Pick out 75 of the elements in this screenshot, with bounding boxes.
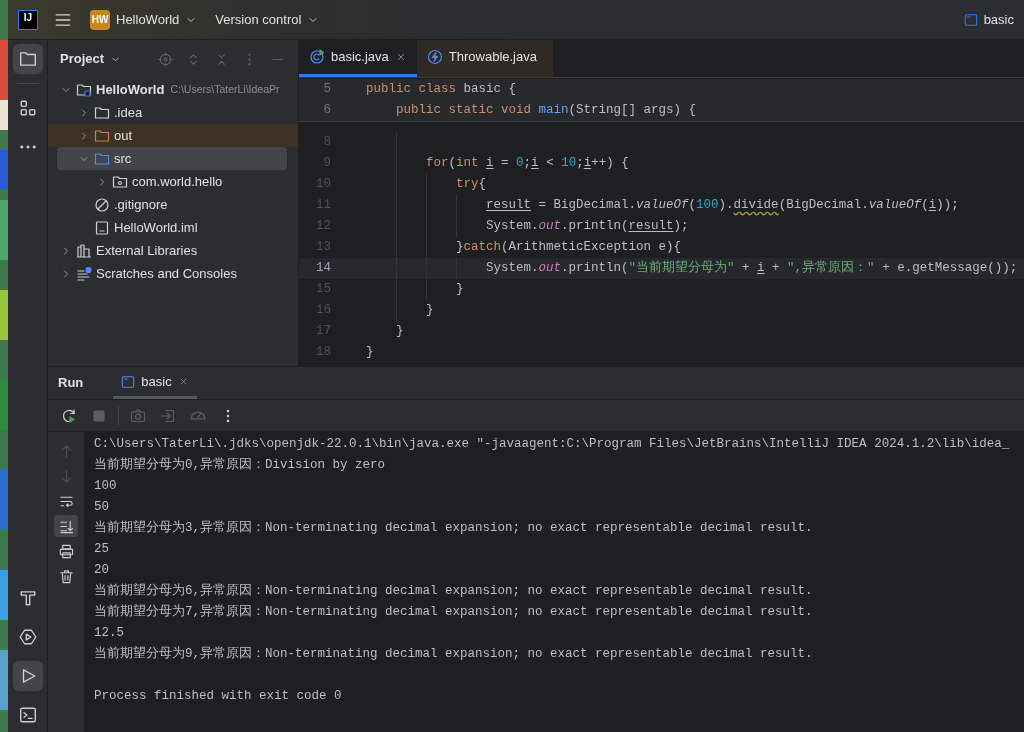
scroll-to-end-icon — [58, 518, 74, 534]
code-line: } — [456, 281, 464, 299]
tree-item[interactable]: External Libraries — [48, 239, 298, 262]
more-icon — [19, 145, 36, 149]
tree-item[interactable]: src — [57, 147, 287, 170]
file-icon — [94, 219, 110, 236]
code-line: result = BigDecimal.valueOf(100).divide(BigDecimal.valueOf(i)); — [486, 197, 959, 215]
line-number: 6 — [322, 102, 331, 120]
console-line: 50 — [94, 500, 109, 514]
tree-item[interactable]: HelloWorld C:\Users\TaterLi\IdeaPr — [48, 78, 298, 101]
hammer-icon — [18, 589, 37, 607]
project-switcher[interactable]: HW HelloWorld — [88, 7, 200, 32]
code-line: System.out.println(result); — [486, 218, 689, 236]
folder-tool-button[interactable] — [12, 44, 43, 74]
folder-icon — [94, 127, 110, 144]
gauge-icon — [190, 411, 206, 420]
project-view-selector[interactable]: Project — [58, 47, 124, 71]
code-line: System.out.println("当前期望分母为" + i + ",异常原因：" + e.getMessage()); — [486, 259, 1018, 278]
console-line: C:\Users\TaterLi\.jdks\openjdk-22.0.1\bin\java.exe "-javaagent:C:\Program Files\JetBrains\IntelliJ IDEA 2024.1.2\lib\idea_ — [94, 437, 1010, 451]
tree-item[interactable]: Scratches and Consoles — [48, 262, 298, 285]
lightning-icon — [426, 49, 443, 65]
tree-item[interactable]: out — [48, 124, 298, 147]
rerun-icon — [61, 407, 77, 424]
code-line: public static void main(String[] args) { — [396, 102, 697, 120]
folder-icon — [18, 50, 37, 68]
code-line: } — [366, 344, 374, 362]
folder-icon — [94, 150, 110, 167]
version-control-menu[interactable]: Version control — [213, 7, 322, 32]
camera-icon — [130, 407, 146, 424]
scratches-icon — [76, 265, 92, 282]
console-line: 当前期望分母为3,异常原因：Non-terminating decimal expansion; no exact representable decimal result. — [94, 521, 813, 535]
tree-item[interactable]: .gitignore — [48, 193, 298, 216]
console-line: 25 — [94, 542, 109, 556]
console-line: 当前期望分母为7,异常原因：Non-terminating decimal expansion; no exact representable decimal result. — [94, 605, 813, 619]
terminal-icon — [18, 706, 37, 724]
run-tab[interactable]: basic — [113, 367, 197, 399]
console-line: 20 — [94, 563, 109, 577]
line-number: 5 — [322, 81, 331, 99]
class-icon — [309, 49, 325, 65]
line-number: 14 — [315, 260, 331, 278]
tree-item[interactable]: com.world.hello — [48, 170, 298, 193]
services-icon — [18, 628, 37, 646]
scroll-to-end-button[interactable] — [54, 515, 78, 537]
code-line: try{ — [456, 176, 487, 194]
editor-tab[interactable]: Throwable.java — [416, 40, 553, 77]
exit-icon — [160, 407, 176, 424]
code-line: public class basic { — [366, 81, 517, 99]
trash-icon — [58, 568, 74, 584]
stop-icon — [91, 407, 107, 424]
console-line: Process finished with exit code 0 — [94, 689, 342, 703]
module-folder-icon — [76, 81, 92, 98]
window-icon — [963, 12, 978, 27]
code-line: } — [396, 323, 404, 341]
locate-icon[interactable] — [157, 51, 173, 67]
console-line: 当前期望分母为9,异常原因：Non-terminating decimal expansion; no exact representable decimal result. — [94, 647, 813, 661]
library-icon — [76, 242, 92, 259]
console-line: 100 — [94, 479, 117, 493]
code-line: for(int i = 0;i < 10;i++) { — [426, 155, 629, 173]
tree-item[interactable]: HelloWorld.iml — [48, 216, 298, 239]
folder-icon — [94, 104, 110, 121]
code-line: }catch(ArithmeticException e){ — [456, 239, 682, 257]
console-line: 当前期望分母为6,异常原因：Non-terminating decimal expansion; no exact representable decimal result. — [94, 584, 813, 598]
run-configuration-selector[interactable]: basic — [961, 7, 1016, 32]
package-icon — [112, 173, 128, 190]
run-tool-button[interactable] — [12, 661, 43, 691]
ignore-file-icon — [94, 196, 110, 213]
code-line: } — [426, 302, 434, 320]
tree-item[interactable]: .idea — [48, 101, 298, 124]
window-icon — [121, 374, 136, 389]
console-line: 12.5 — [94, 626, 124, 640]
panel-title: Run — [58, 374, 84, 393]
structure-icon — [18, 99, 37, 117]
console-line: 当前期望分母为0,异常原因：Division by zero — [94, 458, 386, 472]
print-icon — [58, 543, 74, 559]
app-logo: IJ — [18, 9, 38, 30]
